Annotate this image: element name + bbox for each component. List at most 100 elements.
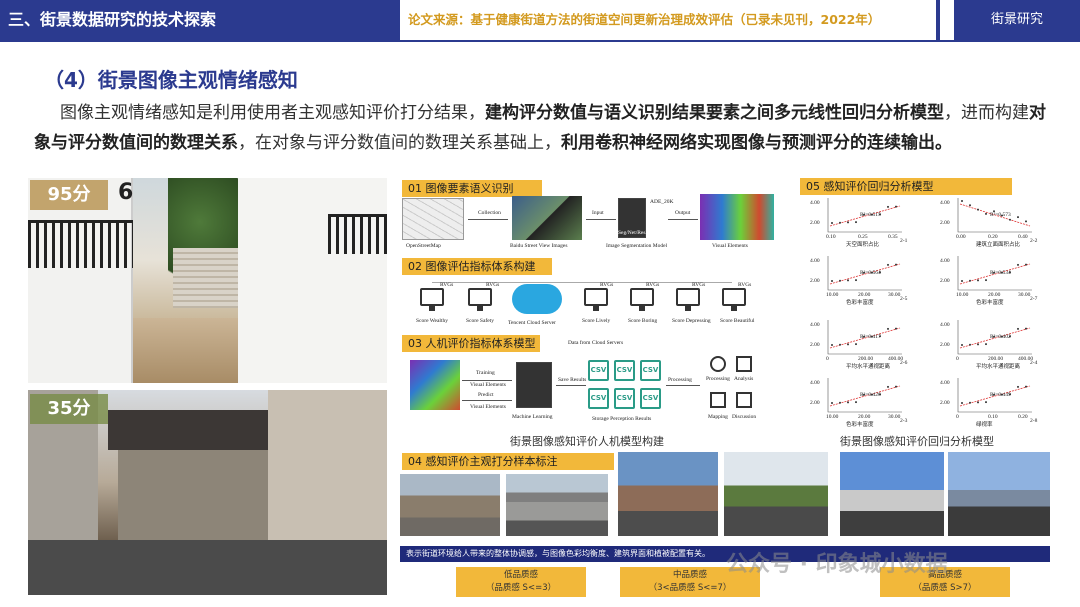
regression-plot: R²=0.426 10.00 20.00 30.00 色彩丰富度 4.00 2.00 2-3 (810, 374, 908, 428)
data-point (839, 221, 841, 224)
intro-paragraph: 图像主观情绪感知是利用使用者主观感知评价打分结果，建构评分数值与语义识别结果要素… (34, 103, 1046, 153)
data-point (887, 205, 889, 208)
data-point (977, 279, 979, 282)
y-tick: 4.00 (940, 258, 950, 264)
data-point (831, 344, 833, 346)
csv-file-icon: CSV (588, 388, 609, 409)
y-tick: 4.00 (940, 322, 950, 328)
data-point (985, 343, 987, 346)
plot-id: 2-2 (1030, 238, 1038, 244)
data-point (839, 279, 841, 282)
data-point (1009, 218, 1011, 221)
data-point (855, 343, 857, 346)
panel01-title: 01 图像要素语义识别 (402, 180, 542, 197)
r-squared-label: R²=0.402 (990, 334, 1011, 340)
r-squared-label: R²=0.426 (860, 392, 881, 398)
data-point (855, 221, 857, 224)
caption-regression: 街景图像感知评价回归分析模型 (840, 435, 994, 448)
data-point (831, 222, 833, 224)
y-tick: 4.00 (940, 200, 950, 206)
data-point (887, 263, 889, 266)
data-point (839, 343, 841, 346)
plot-id: 2-5 (900, 296, 908, 302)
data-point (831, 280, 833, 282)
data-point (977, 401, 979, 404)
data-point (1025, 220, 1027, 223)
y-tick: 2.00 (810, 278, 820, 284)
data-point (1025, 327, 1027, 330)
plot-id: 2-8 (1030, 418, 1038, 424)
data-point (969, 343, 971, 346)
training-images (410, 360, 460, 410)
x-tick: 10.00 (826, 292, 839, 298)
regression-plot: R²=0.449 0 0.10 0.20 绿视率 4.00 2.00 2-8 (940, 374, 1038, 428)
x-tick: 10.00 (826, 414, 839, 420)
x-tick: 0.10 (826, 234, 836, 240)
regression-plot: R²=0.564 10.00 20.00 30.00 色彩丰富度 4.00 2.00 2-5 (810, 252, 908, 306)
data-point (961, 200, 963, 202)
data-point (969, 204, 971, 207)
visual-elements-output (700, 194, 774, 240)
plot-id: 2-4 (1030, 360, 1038, 366)
csv-file-icon: CSV (640, 360, 661, 381)
r-squared-label: R²=0.449 (990, 392, 1011, 398)
data-point (985, 212, 987, 215)
cloud-icon (512, 284, 562, 314)
monitor-icon (584, 288, 608, 311)
data-point (855, 401, 857, 404)
csv-file-icon: CSV (614, 388, 635, 409)
x-tick: 30.00 (888, 414, 901, 420)
regression-plot: R²=0.534 10.00 20.00 30.00 色彩丰富度 4.00 2.00 2-7 (940, 252, 1038, 306)
data-point (887, 327, 889, 330)
x-tick: 0.00 (956, 234, 966, 240)
door-number: 6 (118, 180, 134, 205)
x-tick: 0 (956, 414, 959, 420)
data-point (961, 280, 963, 282)
data-point (985, 401, 987, 404)
sample-image (400, 474, 500, 536)
x-axis-label: 色彩丰富度 (976, 300, 1004, 306)
y-tick: 4.00 (940, 380, 950, 386)
y-tick: 4.00 (810, 380, 820, 386)
regression-plot: R²=0.402 0 200.00 400.00 平均水平通视距离 4.00 2.00 2-4 (940, 316, 1038, 370)
plot-id: 2-6 (900, 360, 908, 366)
r-squared-label: R²=0.564 (860, 270, 881, 276)
data-point (961, 402, 963, 404)
r-squared-label: R²=0.515 (860, 212, 881, 218)
slide: 三、街景数据研究的技术探索 论文来源：基于健康街道方法的街道空间更新治理成效评估… (0, 0, 1080, 607)
x-axis-label: 绿视率 (976, 422, 993, 428)
plot-id: 2-3 (900, 418, 908, 424)
monitor-icon (676, 288, 700, 311)
data-point (887, 385, 889, 388)
y-tick: 2.00 (810, 220, 820, 226)
score-badge-high: 95分 (30, 180, 108, 210)
data-point (847, 221, 849, 224)
data-point (1017, 263, 1019, 266)
monitor-icon (722, 288, 746, 311)
r-squared-label: R²=0.534 (990, 270, 1011, 276)
data-point (969, 401, 971, 404)
sample-image (724, 452, 828, 536)
csv-file-icon: CSV (614, 360, 635, 381)
rank-low: 低品质感 （品质感 S<=3） (456, 567, 586, 597)
x-axis-label: 色彩丰富度 (846, 300, 874, 306)
plot-id: 2-7 (1030, 296, 1038, 302)
sample-image (618, 452, 718, 536)
x-tick: 0 (826, 356, 829, 362)
x-tick: 10.00 (956, 292, 969, 298)
data-point (895, 263, 897, 266)
caption-model: 街景图像感知评价人机模型构建 (510, 435, 664, 448)
paper-source: 论文来源：基于健康街道方法的街道空间更新治理成效评估（已录未见刊，2022年） (408, 12, 881, 27)
x-tick: 0 (956, 356, 959, 362)
x-axis-label: 天空面积占比 (846, 242, 880, 248)
r-squared-label: R²=0.417 (860, 334, 881, 340)
analysis-icon (736, 356, 752, 372)
processing-icon (710, 356, 726, 372)
description-strip: 表示街道环境给人带来的整体协调感，与图像色彩均衡度、建筑界面和植被配置有关。 (400, 546, 1050, 562)
monitor-icon (420, 288, 444, 311)
data-point (1017, 385, 1019, 388)
data-point (969, 279, 971, 282)
data-point (847, 401, 849, 404)
panel03-title: 03 人机评价指标体系模型 (402, 335, 540, 352)
section-label: 三、街景数据研究的技术探索 (0, 0, 400, 40)
